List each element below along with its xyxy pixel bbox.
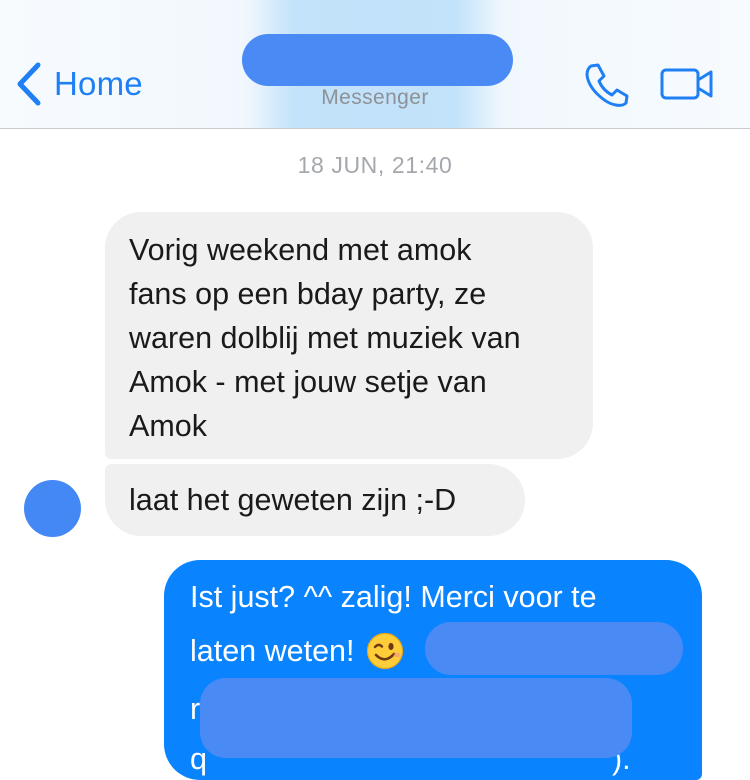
message-line: waren dolblij met muziek van xyxy=(129,321,521,355)
message-line: Amok xyxy=(129,409,207,443)
message-fragment: r xyxy=(190,692,201,726)
winking-face-icon xyxy=(367,632,404,670)
conversation-subtitle: Messenger xyxy=(321,86,429,109)
video-camera-icon[interactable] xyxy=(660,66,714,102)
message-timestamp: 18 JUN, 21:40 xyxy=(297,152,453,178)
message-text: Ist just? ^^ zalig! Merci voor te xyxy=(190,580,597,614)
message-line: fans op een bday party, ze xyxy=(129,277,487,311)
message-line: laat het geweten zijn ;-D xyxy=(129,483,457,517)
message-text: laten weten! xyxy=(190,634,355,668)
incoming-message-bubble[interactable]: laat het geweten zijn ;-D xyxy=(105,464,525,536)
contact-avatar-redacted[interactable] xyxy=(24,480,81,537)
conversation-header: Home Messenger xyxy=(0,0,750,129)
message-line: Amok - met jouw setje van xyxy=(129,365,487,399)
redacted-text-block xyxy=(200,678,632,758)
phone-icon[interactable] xyxy=(582,62,630,108)
incoming-message-bubble[interactable]: Vorig weekend met amok fans op een bday … xyxy=(105,212,593,459)
message-line: Vorig weekend met amok xyxy=(129,233,472,267)
message-line: Ist just? ^^ zalig! Merci voor te xyxy=(190,570,680,624)
contact-name-redacted[interactable] xyxy=(242,34,513,86)
redacted-text-block xyxy=(425,622,683,675)
